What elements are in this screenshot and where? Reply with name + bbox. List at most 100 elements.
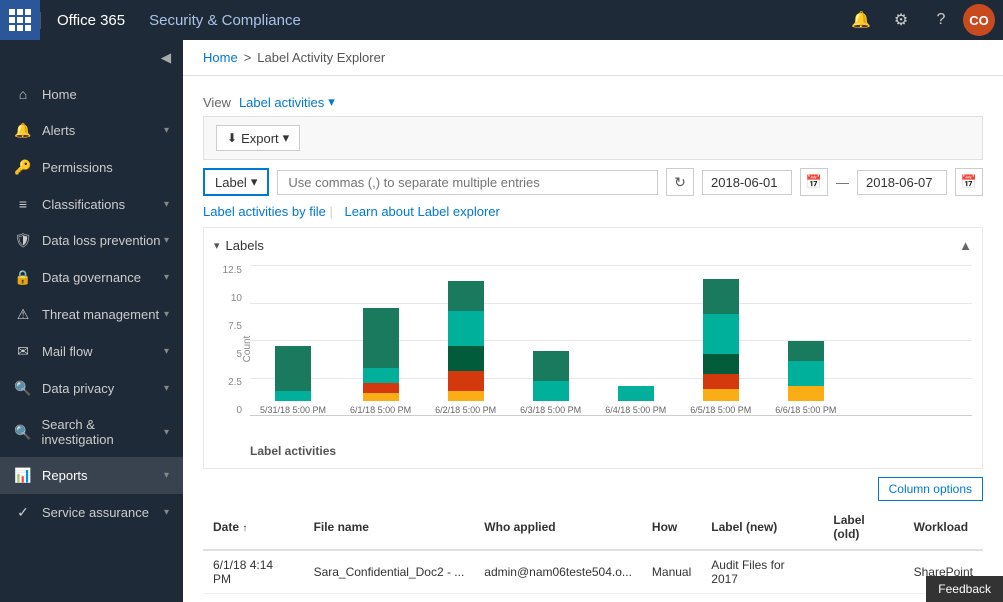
calendar-icon: 📅 <box>961 174 977 190</box>
app-product: Security & Compliance <box>141 12 309 29</box>
col-label-old: Label (old) <box>823 505 903 550</box>
label-activities-by-file-link[interactable]: Label activities by file <box>203 204 326 219</box>
waffle-menu[interactable] <box>0 0 40 40</box>
label-dropdown[interactable]: Label ▾ <box>203 168 269 196</box>
cell-date: 6/1/18 4:14 PM <box>203 550 304 594</box>
bar-label: 6/3/18 5:00 PM <box>520 405 581 415</box>
col-label-new: Label (new) <box>701 505 823 550</box>
sidebar-item-label: Home <box>42 87 77 102</box>
table-body: 6/1/18 4:14 PM Sara_Confidential_Doc2 - … <box>203 550 983 602</box>
bar-segment <box>275 391 311 401</box>
bar-segment <box>363 383 399 393</box>
bar-segment <box>363 368 399 383</box>
bar-segment <box>788 386 824 401</box>
data-table: Date ↑ File name Who applied How Label (… <box>203 505 983 602</box>
bar-segment <box>788 341 824 361</box>
dlp-icon: 🛡 <box>14 232 32 249</box>
column-options-button[interactable]: Column options <box>878 477 983 501</box>
sidebar-item-dlp[interactable]: 🛡 Data loss prevention ▾ <box>0 222 183 259</box>
bar <box>618 386 654 401</box>
bar-segment <box>533 381 569 401</box>
label-activities-footer: Label activities <box>214 444 972 458</box>
sidebar-collapse-button[interactable]: ◀ <box>0 40 183 76</box>
bar-segment <box>363 308 399 368</box>
cell-filename: Sara_Confidential_Doc3.d... <box>304 594 475 602</box>
cell-how: Manual <box>642 550 701 594</box>
sidebar-item-mail-flow[interactable]: ✉ Mail flow ▾ <box>0 333 183 370</box>
bar-segment <box>533 351 569 381</box>
sidebar-item-classifications[interactable]: ≡ Classifications ▾ <box>0 186 183 222</box>
main-content: Home > Label Activity Explorer View Labe… <box>183 0 1003 602</box>
calendar-icon: 📅 <box>806 174 822 190</box>
y-value: 12.5 <box>214 265 242 276</box>
sidebar-item-search[interactable]: 🔍 Search & investigation ▾ <box>0 407 183 457</box>
bar-segment <box>703 389 739 401</box>
link-divider: | <box>329 204 336 219</box>
collapse-up-icon[interactable]: ▲ <box>959 238 972 253</box>
bar-segment <box>448 311 484 346</box>
calendar-to-button[interactable]: 📅 <box>955 168 983 196</box>
label-filter-text: Label <box>215 175 247 190</box>
sidebar-item-label: Data loss prevention <box>42 233 161 248</box>
labels-section-label: Labels <box>226 238 264 253</box>
sidebar-item-alerts[interactable]: 🔔 Alerts ▾ <box>0 112 183 149</box>
col-date[interactable]: Date ↑ <box>203 505 304 550</box>
view-selector-row: View Label activities ▾ <box>203 88 983 116</box>
bar-segment <box>703 354 739 374</box>
bar-label: 6/6/18 5:00 PM <box>775 405 836 415</box>
bar-segment <box>448 391 484 401</box>
date-separator: — <box>836 175 849 190</box>
sidebar-item-home[interactable]: ⌂ Home <box>0 76 183 112</box>
bar-chart: 12.5 10 7.5 5 2.5 0 <box>214 261 972 436</box>
date-to-input[interactable] <box>857 170 947 195</box>
labels-section-toggle[interactable]: ▾ Labels <box>214 238 264 253</box>
view-link[interactable]: Label activities ▾ <box>239 94 335 110</box>
avatar[interactable]: CO <box>963 4 995 36</box>
col-filename: File name <box>304 505 475 550</box>
date-from-input[interactable] <box>702 170 792 195</box>
refresh-button[interactable]: ↻ <box>666 168 694 196</box>
calendar-from-button[interactable]: 📅 <box>800 168 828 196</box>
cell-label-old <box>823 550 903 594</box>
bar-label: 5/31/18 5:00 PM <box>260 405 326 415</box>
y-value: 2.5 <box>214 377 242 388</box>
chevron-down-icon: ▾ <box>214 239 220 252</box>
bar-label: 6/5/18 5:00 PM <box>690 405 751 415</box>
sidebar-item-label: Threat management <box>42 307 159 322</box>
export-button[interactable]: ⬇ Export ▾ <box>216 125 300 151</box>
sidebar-item-threat-management[interactable]: ⚠ Threat management ▾ <box>0 296 183 333</box>
feedback-button[interactable]: Feedback <box>926 576 1003 602</box>
cell-who-applied: admin@nam06teste504.o... <box>474 550 642 594</box>
sidebar: ◀ ⌂ Home 🔔 Alerts ▾ 🔑 Permissions ≡ Clas… <box>0 0 183 602</box>
bar <box>703 279 739 401</box>
sidebar-item-data-privacy[interactable]: 🔍 Data privacy ▾ <box>0 370 183 407</box>
breadcrumb-home[interactable]: Home <box>203 50 238 65</box>
bar-label: 6/2/18 5:00 PM <box>435 405 496 415</box>
chevron-down-icon: ▾ <box>164 199 169 210</box>
learn-about-label-explorer-link[interactable]: Learn about Label explorer <box>344 204 499 219</box>
chevron-down-icon: ▾ <box>164 427 169 438</box>
sidebar-item-label: Permissions <box>42 160 113 175</box>
toolbar: ⬇ Export ▾ <box>203 116 983 160</box>
y-value: 0 <box>214 405 242 416</box>
settings-icon[interactable]: ⚙ <box>883 0 919 40</box>
chart-section-header: ▾ Labels ▲ <box>214 238 972 253</box>
help-icon[interactable]: ? <box>923 0 959 40</box>
sidebar-item-data-governance[interactable]: 🔒 Data governance ▾ <box>0 259 183 296</box>
sidebar-item-label: Data governance <box>42 270 141 285</box>
y-value: 10 <box>214 293 242 304</box>
threat-icon: ⚠ <box>14 306 32 323</box>
breadcrumb-current: Label Activity Explorer <box>257 50 385 65</box>
chevron-down-icon: ▾ <box>164 309 169 320</box>
sidebar-item-permissions[interactable]: 🔑 Permissions <box>0 149 183 186</box>
privacy-icon: 🔍 <box>14 380 32 397</box>
view-label: View <box>203 95 231 110</box>
bar-group: 6/4/18 5:00 PM <box>605 386 666 415</box>
bar-group: 5/31/18 5:00 PM <box>260 346 326 415</box>
notifications-icon[interactable]: 🔔 <box>843 0 879 40</box>
sidebar-item-reports[interactable]: 📊 Reports ▾ <box>0 457 183 494</box>
search-icon: 🔍 <box>14 424 31 441</box>
col-workload: Workload <box>904 505 983 550</box>
filter-input[interactable] <box>277 170 658 195</box>
sidebar-item-service-assurance[interactable]: ✓ Service assurance ▾ <box>0 494 183 531</box>
